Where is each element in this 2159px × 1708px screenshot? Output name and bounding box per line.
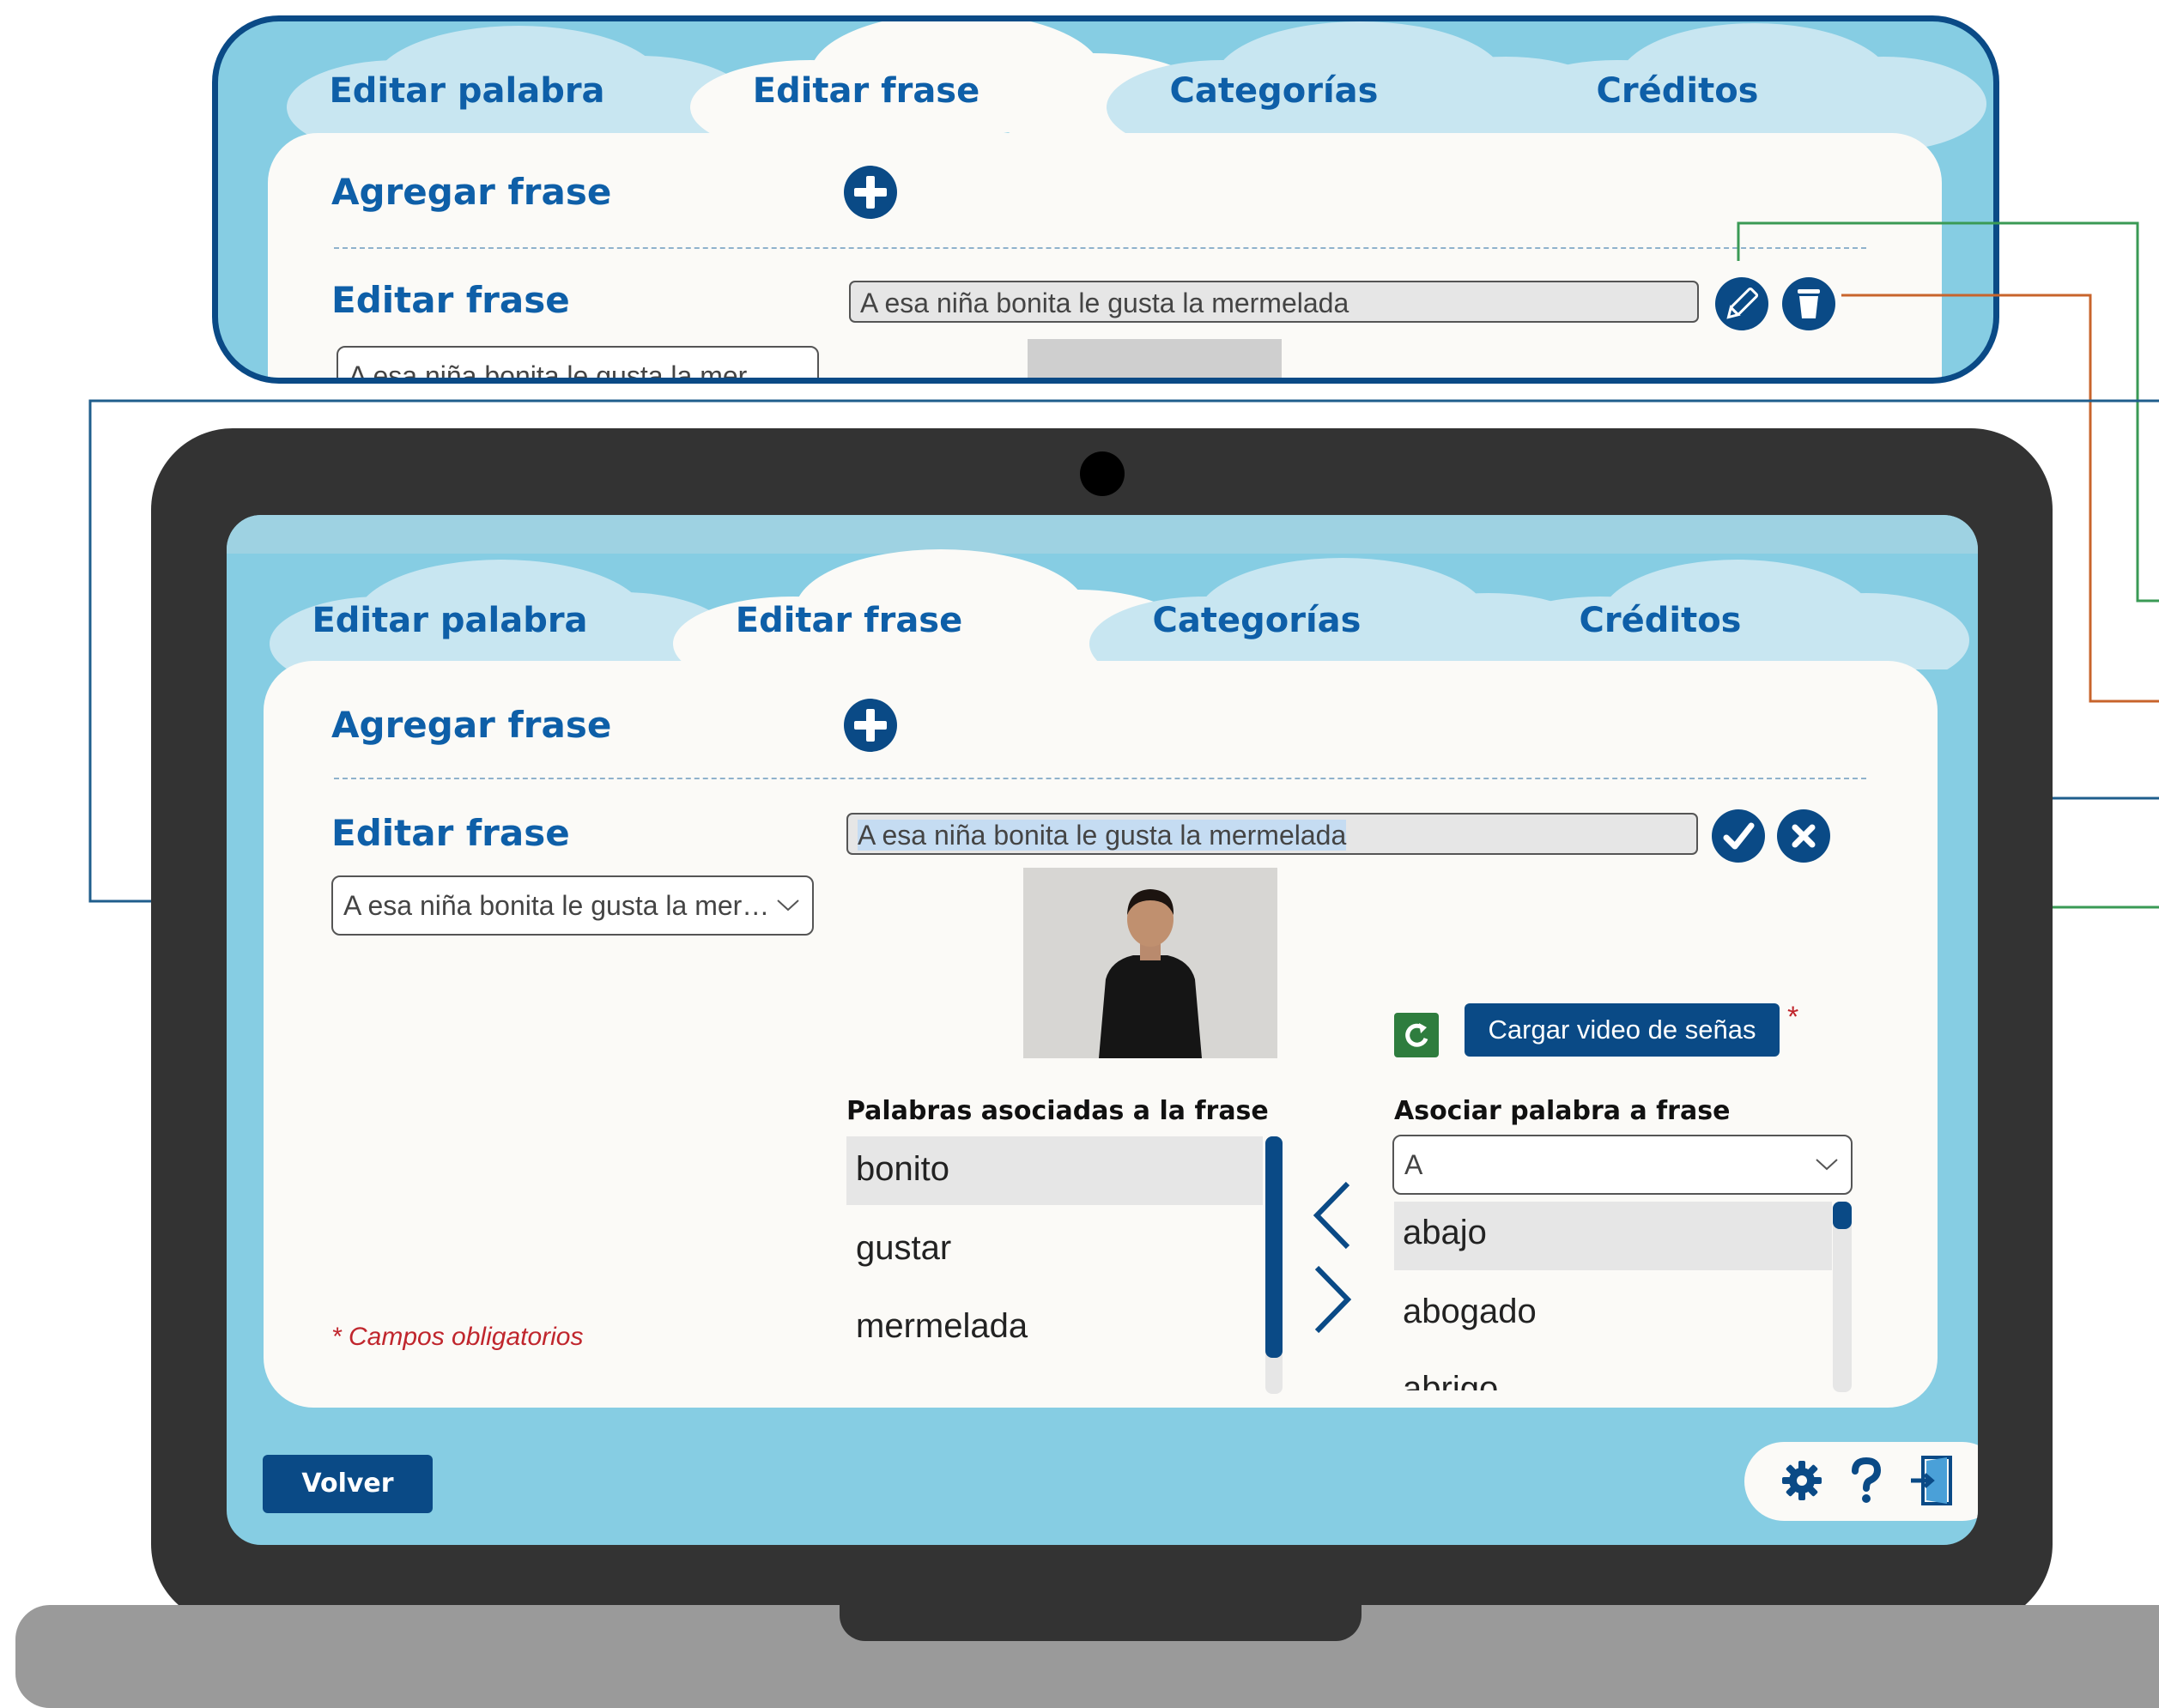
confirm-button[interactable]	[1712, 809, 1765, 863]
phrase-select-value: A esa niña bonita le gusta la mer…	[343, 890, 770, 921]
tab-editar-frase[interactable]: Editar frase	[703, 601, 995, 640]
divider	[334, 778, 1866, 779]
associated-scrollbar-thumb[interactable]	[1265, 1136, 1283, 1358]
upload-video-button[interactable]: Cargar video de señas	[1465, 1003, 1780, 1057]
tab-categorias[interactable]: Categorías	[1115, 601, 1398, 640]
associate-word-title: Asociar palabra a frase	[1394, 1096, 1731, 1126]
edit-phrase-title: Editar frase	[331, 812, 570, 854]
laptop-notch	[840, 1605, 1362, 1641]
add-icon[interactable]	[843, 698, 898, 753]
add-phrase-title: Agregar frase	[331, 704, 612, 746]
phrase-select[interactable]: A esa niña bonita le gusta la mer…	[331, 875, 814, 936]
cancel-icon	[1792, 824, 1816, 848]
chevron-down-icon	[777, 899, 799, 912]
check-icon	[1723, 822, 1755, 850]
phrase-input-selected-text: A esa niña bonita le gusta la mermelada	[858, 820, 1347, 851]
required-mark: *	[1787, 1001, 1799, 1033]
associated-word-item[interactable]: mermelada	[856, 1307, 1028, 1346]
app-screen: Editar palabra Editar frase Categorías C…	[227, 515, 1978, 1545]
associated-word-item[interactable]: bonito	[856, 1150, 949, 1189]
sign-video-thumbnail	[1023, 868, 1277, 1058]
refresh-icon	[1405, 1023, 1428, 1047]
associate-filter-value: A	[1404, 1149, 1423, 1180]
chevron-right-icon[interactable]	[1307, 1263, 1358, 1336]
app-tab-clouds	[270, 549, 1969, 669]
tab-creditos[interactable]: Créditos	[1531, 601, 1789, 640]
cancel-button[interactable]	[1777, 809, 1830, 863]
available-word-item[interactable]: abajo	[1403, 1214, 1487, 1252]
available-scrollbar-thumb[interactable]	[1833, 1202, 1852, 1229]
exit-icon[interactable]	[1909, 1454, 1957, 1507]
help-icon[interactable]	[1847, 1457, 1885, 1504]
associate-filter-select[interactable]: A	[1392, 1135, 1853, 1195]
available-words-list: abajo abogado abrigo	[1394, 1202, 1841, 1390]
available-word-item[interactable]: abogado	[1403, 1293, 1537, 1331]
associated-word-item[interactable]: gustar	[856, 1229, 951, 1268]
phrase-input[interactable]: A esa niña bonita le gusta la mermelada	[846, 813, 1698, 855]
available-word-item[interactable]: abrigo	[1403, 1370, 1498, 1390]
associated-words-title: Palabras asociadas a la frase	[846, 1096, 1269, 1126]
gear-icon[interactable]	[1780, 1459, 1823, 1502]
available-scrollbar-track[interactable]	[1833, 1202, 1852, 1392]
back-button[interactable]: Volver	[263, 1455, 433, 1513]
chevron-left-icon[interactable]	[1307, 1179, 1358, 1251]
camera-icon	[1080, 451, 1125, 496]
required-note: * Campos obligatorios	[331, 1323, 584, 1351]
chevron-down-icon	[1816, 1159, 1838, 1171]
tab-editar-palabra[interactable]: Editar palabra	[295, 601, 604, 640]
refresh-button[interactable]	[1394, 1013, 1439, 1057]
